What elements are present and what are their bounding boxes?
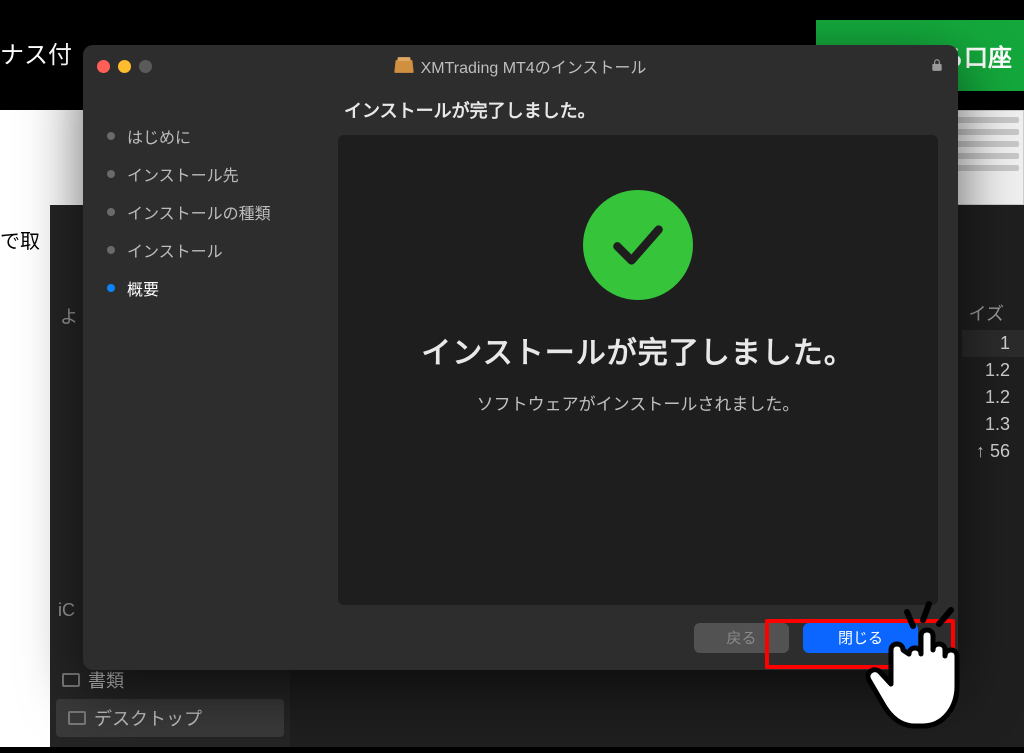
button-row: 戻る 閉じる (338, 605, 938, 670)
finder-value-row: 1.2 (962, 357, 1024, 384)
sidebar-step-label: はじめに (127, 124, 191, 148)
step-dot-icon (107, 208, 115, 216)
result-title: インストールが完了しました。 (421, 328, 854, 372)
step-dot-icon (107, 132, 115, 140)
installer-dialog: XMTrading MT4のインストール はじめに インストール先 インストール… (83, 45, 958, 670)
sidebar-step-label: インストールの種類 (127, 200, 271, 224)
lock-icon (930, 57, 944, 73)
window-title: XMTrading MT4のインストール (83, 54, 958, 78)
finder-value-row: 1.2 (962, 384, 1024, 411)
finder-sidebar-partial-ic: iC (58, 600, 75, 621)
sidebar-step-install: インストール (107, 231, 328, 269)
finder-sidebar-partial-label: よ (60, 303, 78, 329)
window-minimize-button[interactable] (118, 60, 131, 73)
sidebar-step-summary: 概要 (107, 269, 328, 307)
close-button[interactable]: 閉じる (803, 623, 918, 653)
sidebar-step-label: インストール (127, 238, 223, 262)
finder-sidebar-item-label: 書類 (88, 667, 124, 693)
window-maximize-button[interactable] (139, 60, 152, 73)
main-heading: インストールが完了しました。 (338, 87, 938, 135)
finder-column-header-size: イズ (969, 300, 1004, 326)
content-panel: インストールが完了しました。 ソフトウェアがインストールされました。 (338, 135, 938, 605)
sidebar-step-label: 概要 (127, 276, 159, 300)
window-title-text: XMTrading MT4のインストール (421, 54, 647, 78)
finder-value-row: 1 (962, 330, 1024, 357)
finder-sidebar-item-label: デスクトップ (94, 705, 202, 731)
background-partial-text-left: ナス付 (0, 35, 72, 70)
step-dot-icon (107, 246, 115, 254)
installer-sidebar: はじめに インストール先 インストールの種類 インストール 概要 (83, 87, 338, 670)
desktop-icon (68, 711, 86, 725)
success-check-icon (583, 190, 693, 300)
finder-sidebar-item-desktop[interactable]: デスクトップ (56, 699, 284, 737)
sidebar-step-intro: はじめに (107, 117, 328, 155)
installer-main: インストールが完了しました。 インストールが完了しました。 ソフトウェアがインス… (338, 87, 958, 670)
titlebar: XMTrading MT4のインストール (83, 45, 958, 87)
sidebar-step-destination: インストール先 (107, 155, 328, 193)
sidebar-step-label: インストール先 (127, 162, 239, 186)
package-icon (394, 60, 413, 73)
step-dot-icon (107, 170, 115, 178)
background-document-thumbnail (949, 110, 1024, 205)
finder-value-row: 1.3 (962, 411, 1024, 438)
traffic-lights (97, 60, 152, 73)
finder-value-row: ↑ 56 (962, 438, 1024, 465)
step-dot-icon (107, 284, 115, 292)
sidebar-step-type: インストールの種類 (107, 193, 328, 231)
back-button[interactable]: 戻る (694, 623, 789, 653)
window-close-button[interactable] (97, 60, 110, 73)
background-partial-text-mid: で取 (0, 225, 40, 254)
folder-icon (62, 673, 80, 687)
finder-size-values: 1 1.2 1.2 1.3 ↑ 56 (962, 330, 1024, 465)
result-subtitle: ソフトウェアがインストールされました。 (477, 390, 800, 415)
